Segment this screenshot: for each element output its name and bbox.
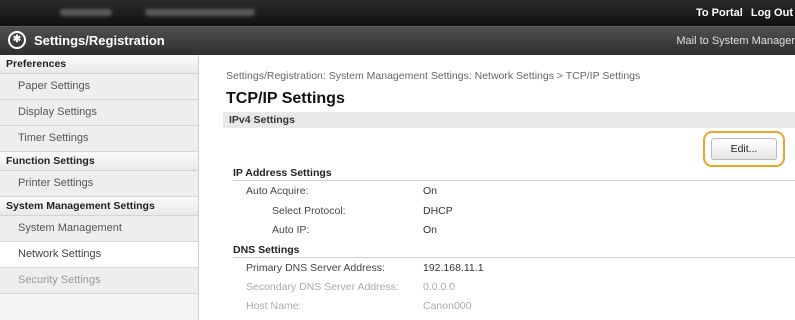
page-title: TCP/IP Settings <box>226 90 345 107</box>
ipv4-section-header: IPv4 Settings <box>223 112 795 128</box>
secondary-dns-label: Secondary DNS Server Address: <box>246 281 399 293</box>
divider <box>233 257 795 258</box>
sidebar-group-system-management-settings: System Management Settings <box>0 197 198 216</box>
sidebar-item-timer-settings[interactable]: Timer Settings <box>0 126 198 152</box>
to-portal-link[interactable]: To Portal <box>696 7 743 19</box>
sidebar-item-paper-settings[interactable]: Paper Settings <box>0 74 198 100</box>
breadcrumb: Settings/Registration: System Management… <box>226 70 641 82</box>
sidebar-item-security-settings[interactable]: Security Settings <box>0 268 198 294</box>
host-name-label: Host Name: <box>246 300 302 312</box>
top-links: To Portal Log Out <box>696 0 795 26</box>
sidebar-item-system-management[interactable]: System Management <box>0 216 198 242</box>
auto-acquire-value: On <box>423 185 438 197</box>
log-out-link[interactable]: Log Out <box>751 7 793 19</box>
auto-acquire-label: Auto Acquire: <box>246 185 309 197</box>
secondary-dns-value: 0.0.0.0 <box>423 281 456 293</box>
blurred-text <box>145 9 255 16</box>
blurred-text <box>60 9 112 16</box>
title-bar: ✱ Settings/Registration Mail to System M… <box>0 26 795 55</box>
sidebar-group-function-settings: Function Settings <box>0 152 198 171</box>
sidebar-item-display-settings[interactable]: Display Settings <box>0 100 198 126</box>
divider <box>233 180 795 181</box>
dns-settings-heading: DNS Settings <box>233 244 300 256</box>
select-protocol-value: DHCP <box>423 205 453 217</box>
mail-to-system-manager-link[interactable]: Mail to System Manager <box>676 35 795 47</box>
sidebar-group-preferences: Preferences <box>0 55 198 74</box>
sidebar-item-printer-settings[interactable]: Printer Settings <box>0 171 198 197</box>
auto-ip-value: On <box>423 224 438 236</box>
sidebar: Preferences Paper Settings Display Setti… <box>0 55 199 320</box>
top-bar: To Portal Log Out <box>0 0 795 26</box>
sidebar-item-network-settings[interactable]: Network Settings <box>0 242 198 268</box>
app-title: Settings/Registration <box>34 33 165 48</box>
select-protocol-label: Select Protocol: <box>272 205 346 217</box>
primary-dns-label: Primary DNS Server Address: <box>246 262 385 274</box>
edit-button-highlight: Edit... <box>703 131 785 167</box>
primary-dns-value: 192.168.11.1 <box>423 262 484 274</box>
host-name-value: Canon000 <box>423 300 472 312</box>
ip-address-settings-heading: IP Address Settings <box>233 167 332 179</box>
auto-ip-label: Auto IP: <box>272 224 310 236</box>
settings-logo-icon: ✱ <box>8 31 26 49</box>
edit-button[interactable]: Edit... <box>711 138 777 160</box>
